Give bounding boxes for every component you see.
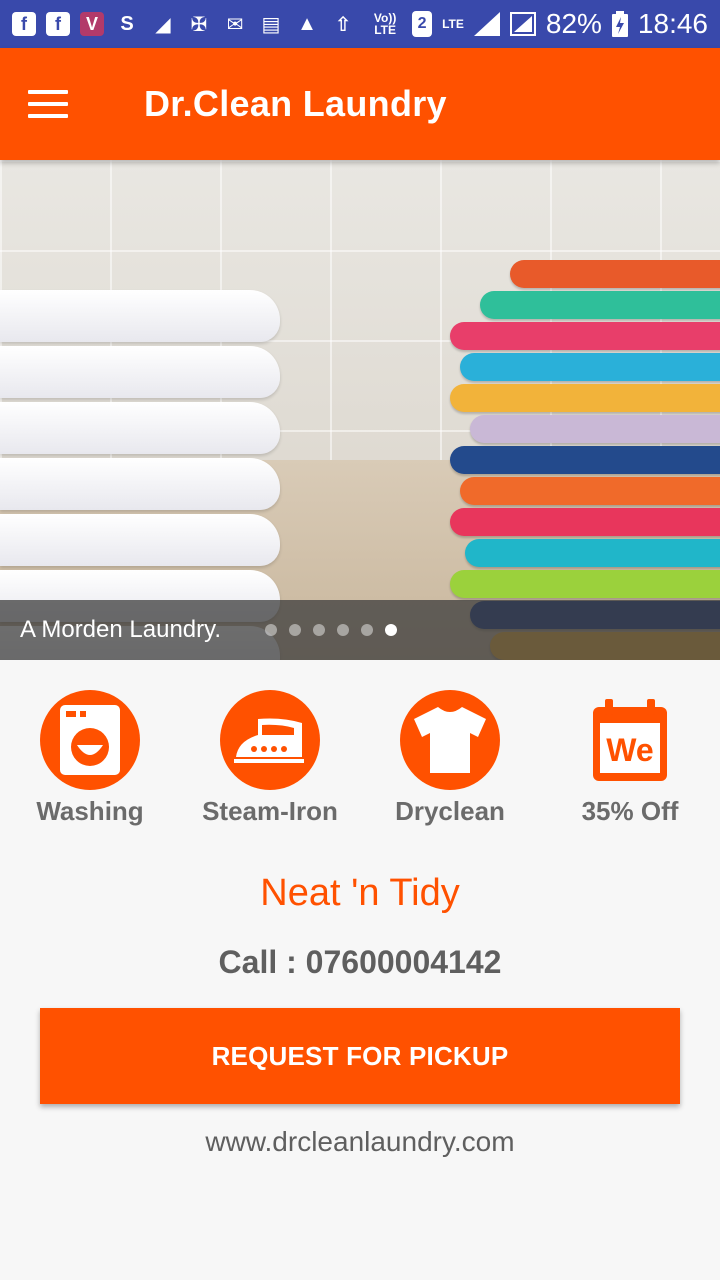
- skype-icon: S: [120, 12, 134, 35]
- battery-percent: 82%: [545, 8, 602, 39]
- banner-caption-bar: A Morden Laundry.: [0, 600, 720, 660]
- viber-icon: V: [80, 12, 104, 36]
- facebook-icon: f: [46, 12, 70, 36]
- upload-icon: ⇧: [334, 13, 352, 36]
- slide-dot[interactable]: [313, 624, 326, 636]
- slide-dot[interactable]: [289, 624, 302, 636]
- calendar-icon: We: [580, 690, 680, 790]
- pinwheel-icon: ✠: [190, 13, 208, 36]
- battery-icon: [611, 11, 628, 37]
- signal-icon: [509, 12, 536, 36]
- service-washing[interactable]: Washing: [0, 690, 180, 827]
- service-label: Dryclean: [395, 796, 505, 826]
- clock: 18:46: [637, 8, 708, 39]
- sim-indicator: 2: [412, 11, 433, 37]
- request-pickup-button[interactable]: REQUEST FOR PICKUP: [40, 1008, 680, 1104]
- calendar-icon-text: We: [606, 732, 653, 768]
- slide-indicator: [265, 624, 398, 636]
- tagline: Neat 'n Tidy: [260, 872, 460, 914]
- website-link[interactable]: www.drcleanlaundry.com: [0, 1126, 720, 1158]
- call-number[interactable]: Call : 07600004142: [0, 944, 720, 981]
- slide-dot-active[interactable]: [385, 624, 398, 636]
- tshirt-icon: [400, 690, 500, 790]
- service-label: 35% Off: [581, 796, 679, 826]
- service-offer[interactable]: We 35% Off: [540, 690, 720, 827]
- service-dryclean[interactable]: Dryclean: [360, 690, 540, 827]
- iron-icon: [220, 690, 320, 790]
- app-bar: Dr.Clean Laundry: [0, 48, 720, 160]
- facebook-icon: f: [12, 12, 36, 36]
- slide-dot[interactable]: [265, 624, 278, 636]
- slide-dot[interactable]: [361, 624, 374, 636]
- mail-icon: ✉: [226, 13, 244, 36]
- flipboard-icon: ◢: [155, 13, 171, 36]
- banner-slideshow[interactable]: A Morden Laundry.: [0, 160, 720, 660]
- washing-machine-icon: [40, 690, 140, 790]
- service-label: Steam-Iron: [202, 796, 338, 826]
- signal-icon: [473, 12, 500, 36]
- menu-icon[interactable]: [28, 90, 68, 118]
- banner-caption: A Morden Laundry.: [20, 616, 222, 643]
- service-label: Washing: [36, 796, 144, 826]
- news-icon: ▤: [261, 13, 281, 36]
- volte-indicator: Vo)) LTE: [373, 11, 397, 37]
- slide-dot[interactable]: [337, 624, 350, 636]
- service-steam-iron[interactable]: Steam-Iron: [180, 690, 360, 827]
- warning-icon: ▲: [297, 12, 317, 35]
- app-title: Dr.Clean Laundry: [144, 83, 447, 124]
- status-bar: f f V S ◢ ✠ ✉ ▤ ▲ ⇧ Vo)) LTE 2 LTE 82% 1…: [0, 0, 720, 48]
- network-type: LTE: [442, 17, 464, 31]
